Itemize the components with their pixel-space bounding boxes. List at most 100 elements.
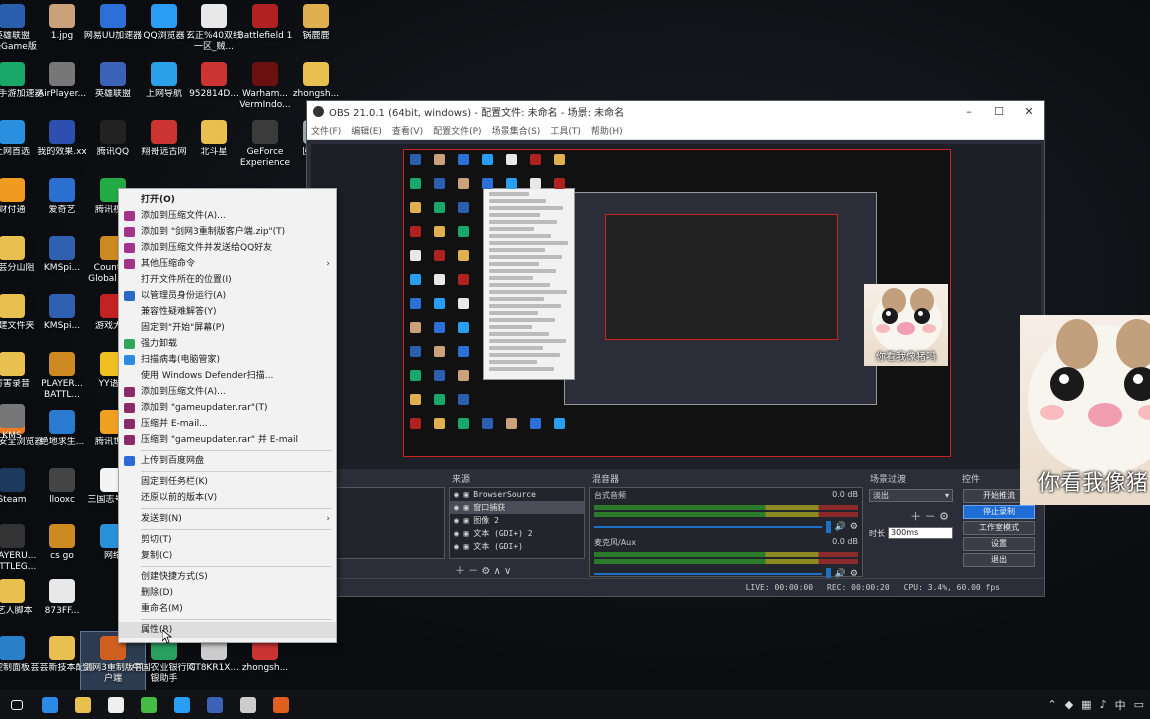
source-item[interactable]: ◉ ▣ BrowserSource	[450, 488, 584, 501]
context-menu-item[interactable]: 打开(O)	[119, 192, 336, 208]
context-menu-item[interactable]: 压缩并 E-mail...	[119, 416, 336, 432]
sources-toolbar[interactable]: ＋ － ⚙ ∧ ∨	[449, 559, 585, 577]
obs-menu-item[interactable]: 帮助(H)	[591, 124, 623, 137]
speaker-icon[interactable]: 🔊	[835, 522, 846, 532]
eye-icon[interactable]: ◉	[454, 529, 464, 538]
context-menu[interactable]: 打开(O) 添加到压缩文件(A)... 添加到 "剑网3重制版客户端.zip"(T)…	[118, 188, 337, 643]
eye-icon[interactable]: ◉	[454, 503, 464, 512]
qq-browser-icon[interactable]	[165, 690, 198, 719]
app-icon	[303, 62, 329, 86]
context-menu-item[interactable]: 固定到"开始"屏幕(P)	[119, 320, 336, 336]
volume-icon[interactable]: ♪	[1100, 698, 1107, 711]
eye-icon[interactable]: ◉	[454, 490, 464, 499]
lock-icon[interactable]: ▣	[464, 516, 474, 525]
context-menu-item[interactable]: 添加到 "剑网3重制版客户端.zip"(T)	[119, 224, 336, 240]
obs-menu-item[interactable]: 文件(F)	[311, 124, 341, 137]
control-button[interactable]: 退出	[963, 553, 1035, 567]
preview-mini-icon	[410, 274, 421, 285]
context-menu-item[interactable]: 复制(C)	[119, 548, 336, 564]
obs-menu-item[interactable]: 工具(T)	[550, 124, 581, 137]
source-item[interactable]: ◉ ▣ 文本 (GDI+)	[450, 540, 584, 553]
context-menu-item[interactable]: 属性(R)	[119, 622, 336, 638]
context-menu-item[interactable]: 创建快捷方式(S)	[119, 569, 336, 585]
desktop-icon[interactable]: 锅鹿鹿	[284, 0, 348, 62]
chevron-up-icon[interactable]: ⌃	[1047, 698, 1056, 711]
obs-title-bar[interactable]: OBS 21.0.1 (64bit, windows) - 配置文件: 未命名 …	[307, 101, 1044, 122]
transition-toolbar[interactable]: ＋ － ⚙	[867, 504, 955, 524]
lock-icon[interactable]: ▣	[464, 529, 474, 538]
context-menu-item[interactable]: 发送到(N) ›	[119, 511, 336, 527]
lock-icon[interactable]: ▣	[464, 503, 474, 512]
context-menu-item[interactable]: 以管理员身份运行(A)	[119, 288, 336, 304]
context-menu-item[interactable]: 上传到百度网盘	[119, 453, 336, 469]
context-menu-item[interactable]: 剪切(T)	[119, 532, 336, 548]
context-menu-item[interactable]: 添加到压缩文件(A)...	[119, 208, 336, 224]
jx3-icon[interactable]	[264, 690, 297, 719]
app-icon	[0, 62, 25, 86]
edge-icon[interactable]	[33, 690, 66, 719]
context-menu-item[interactable]: 使用 Windows Defender扫描...	[119, 368, 336, 384]
volume-slider[interactable]	[594, 526, 822, 528]
network-icon[interactable]: ▦	[1081, 698, 1091, 711]
eye-icon[interactable]: ◉	[454, 516, 464, 525]
gear-icon[interactable]: ⚙	[850, 522, 858, 532]
obs-menu-item[interactable]: 配置文件(P)	[433, 124, 481, 137]
preview-mini-icon	[482, 418, 493, 429]
minimize-icon[interactable]: –	[954, 101, 984, 122]
maximize-icon[interactable]: ☐	[984, 101, 1014, 122]
context-menu-item[interactable]: 扫描病毒(电脑管家)	[119, 352, 336, 368]
context-menu-item[interactable]: 重命名(M)	[119, 601, 336, 617]
app-icon	[49, 524, 75, 548]
obs-menu-item[interactable]: 场景集合(S)	[492, 124, 541, 137]
source-item[interactable]: ◉ ▣ 图像 2	[450, 514, 584, 527]
app-icon	[49, 410, 75, 434]
nested-menu-line	[489, 346, 543, 350]
context-menu-item[interactable]: 强力卸载	[119, 336, 336, 352]
360-icon[interactable]	[132, 690, 165, 719]
audio-meter	[594, 552, 858, 557]
eye-icon[interactable]: ◉	[454, 542, 464, 551]
menu-item-icon	[124, 435, 135, 445]
duration-input[interactable]: 300ms	[888, 527, 953, 539]
store-icon[interactable]	[99, 690, 132, 719]
obs-menu-item[interactable]: 查看(V)	[392, 124, 423, 137]
menu-item-icon	[124, 259, 135, 269]
control-button[interactable]: 停止录制	[963, 505, 1035, 519]
context-menu-item[interactable]: 其他压缩命令 ›	[119, 256, 336, 272]
obs-icon[interactable]	[231, 690, 264, 719]
context-menu-item[interactable]: 添加到压缩文件并发送给QQ好友	[119, 240, 336, 256]
task-view-icon[interactable]	[0, 690, 33, 719]
context-menu-item[interactable]: 添加到 "gameupdater.rar"(T)	[119, 400, 336, 416]
preview-mini-icon	[434, 394, 445, 405]
notification-icon[interactable]: ▭	[1134, 698, 1144, 711]
context-menu-item[interactable]: 还原以前的版本(V)	[119, 490, 336, 506]
desktop-icon-label: 873FF...	[44, 606, 80, 616]
ime-icon[interactable]: 中	[1115, 697, 1126, 713]
control-button[interactable]: 工作室模式	[963, 521, 1035, 535]
transition-select[interactable]: 淡出 ▾	[869, 489, 953, 502]
lock-icon[interactable]: ▣	[464, 490, 474, 499]
app-icon	[0, 120, 25, 144]
context-menu-item[interactable]: 打开文件所在的位置(I)	[119, 272, 336, 288]
desktop-icon[interactable]: KMS	[0, 400, 44, 462]
control-button[interactable]: 设置	[963, 537, 1035, 551]
context-menu-item[interactable]: 添加到压缩文件(A)...	[119, 384, 336, 400]
context-menu-item[interactable]: 固定到任务栏(K)	[119, 474, 336, 490]
context-menu-item[interactable]: 压缩到 "gameupdater.rar" 并 E-mail	[119, 432, 336, 448]
volume-slider-handle[interactable]	[825, 521, 831, 533]
source-item[interactable]: ◉ ▣ 窗口捕获	[450, 501, 584, 514]
security-icon[interactable]: ◆	[1065, 698, 1073, 711]
menu-item-icon	[124, 211, 135, 221]
app-icon	[49, 4, 75, 28]
lock-icon[interactable]: ▣	[464, 542, 474, 551]
close-icon[interactable]: ✕	[1014, 101, 1044, 122]
desktop-icon[interactable]: 873FF...	[30, 575, 94, 637]
cat-sticker-large: 你看我像猪	[1020, 315, 1150, 505]
context-menu-item[interactable]: 兼容性疑难解答(Y)	[119, 304, 336, 320]
volume-slider[interactable]	[594, 573, 822, 575]
context-menu-item[interactable]: 删除(D)	[119, 585, 336, 601]
folder-icon[interactable]	[66, 690, 99, 719]
lol-icon[interactable]	[198, 690, 231, 719]
source-item[interactable]: ◉ ▣ 文本 (GDI+) 2	[450, 527, 584, 540]
obs-menu-item[interactable]: 编辑(E)	[351, 124, 382, 137]
